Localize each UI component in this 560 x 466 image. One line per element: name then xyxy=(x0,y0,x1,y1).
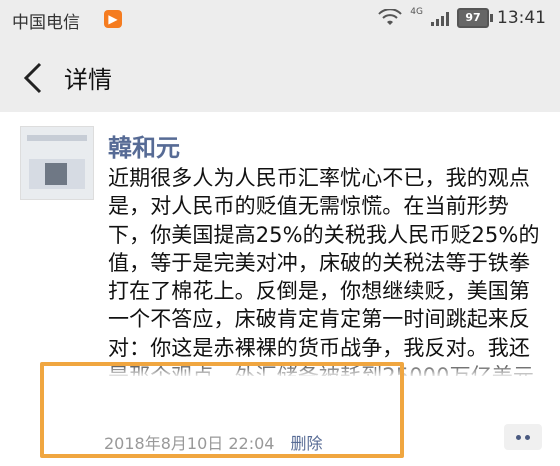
carrier-label: 中国电信 xyxy=(12,13,80,33)
post-text: 近期很多人为人民币汇率忧心不已，我的观点是，对人民币的贬值无需惊慌。在当前形势下… xyxy=(108,166,540,376)
more-options-button[interactable] xyxy=(504,424,542,450)
status-bar: 中国电信 ▶ 4G 97 13:41 xyxy=(0,0,560,40)
battery-level: 97 xyxy=(465,11,481,24)
signal-icon xyxy=(431,10,449,26)
clock: 13:41 xyxy=(497,8,546,28)
app-notification-icon: ▶ xyxy=(104,10,122,28)
wifi-icon xyxy=(378,9,403,25)
status-icons: 4G 97 13:41 xyxy=(378,7,546,28)
back-arrow-icon[interactable] xyxy=(14,58,54,98)
avatar[interactable] xyxy=(20,126,94,200)
dot-icon xyxy=(516,434,521,440)
highlight-box xyxy=(40,362,404,458)
dot-icon xyxy=(525,434,530,440)
battery-icon: 97 xyxy=(457,8,493,28)
avatar-band xyxy=(27,135,87,141)
avatar-figure xyxy=(45,163,67,185)
network-type: 4G xyxy=(410,7,423,17)
title-bar: 详情 xyxy=(0,40,560,112)
author-name[interactable]: 韓和元 xyxy=(108,128,180,163)
page-title: 详情 xyxy=(64,66,112,94)
